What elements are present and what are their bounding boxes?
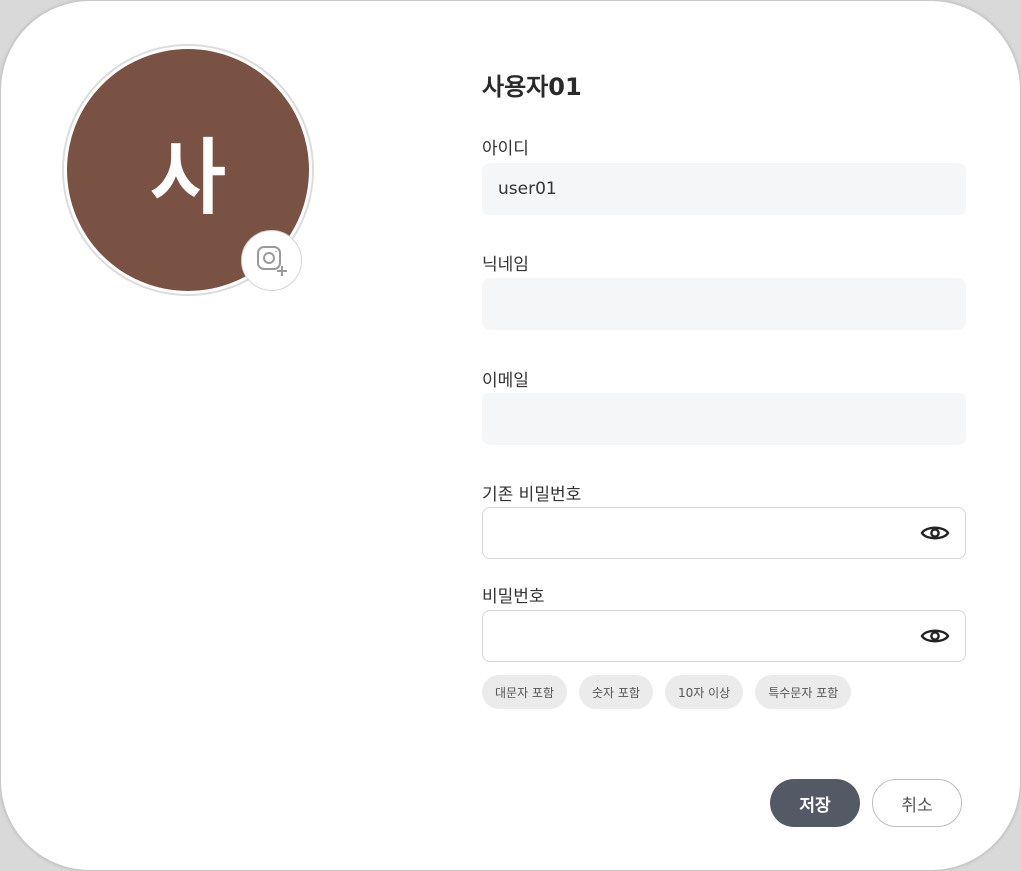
rule-chip-special: 특수문자 포함 [755, 675, 852, 709]
eye-icon[interactable] [920, 625, 950, 647]
password-rules: 대문자 포함 숫자 포함 10자 이상 특수문자 포함 [482, 675, 852, 709]
current-password-label: 기존 비밀번호 [482, 485, 582, 505]
nickname-label: 닉네임 [482, 255, 529, 275]
current-password-wrapper [482, 507, 966, 559]
eye-icon[interactable] [920, 522, 950, 544]
password-wrapper [482, 610, 966, 662]
page-title: 사용자01 [482, 73, 582, 101]
avatar-initial: 사 [150, 130, 226, 226]
password-field[interactable] [482, 610, 966, 662]
password-label: 비밀번호 [482, 587, 545, 607]
email-label: 이메일 [482, 371, 529, 391]
nickname-field[interactable] [482, 278, 966, 330]
rule-chip-length: 10자 이상 [665, 675, 744, 709]
rule-chip-number: 숫자 포함 [579, 675, 653, 709]
email-field[interactable] [482, 393, 966, 445]
id-label: 아이디 [482, 139, 529, 159]
change-photo-button[interactable] [241, 230, 302, 291]
id-field[interactable] [482, 163, 966, 215]
save-button[interactable]: 저장 [770, 779, 860, 827]
current-password-field[interactable] [482, 507, 966, 559]
camera-add-icon [256, 245, 287, 276]
rule-chip-uppercase: 대문자 포함 [482, 675, 568, 709]
profile-edit-card: 사 사용자01 아이디 닉네임 이메일 기존 비밀번호 [0, 0, 1021, 871]
avatar-container: 사 [62, 44, 314, 296]
cancel-button[interactable]: 취소 [872, 779, 962, 827]
